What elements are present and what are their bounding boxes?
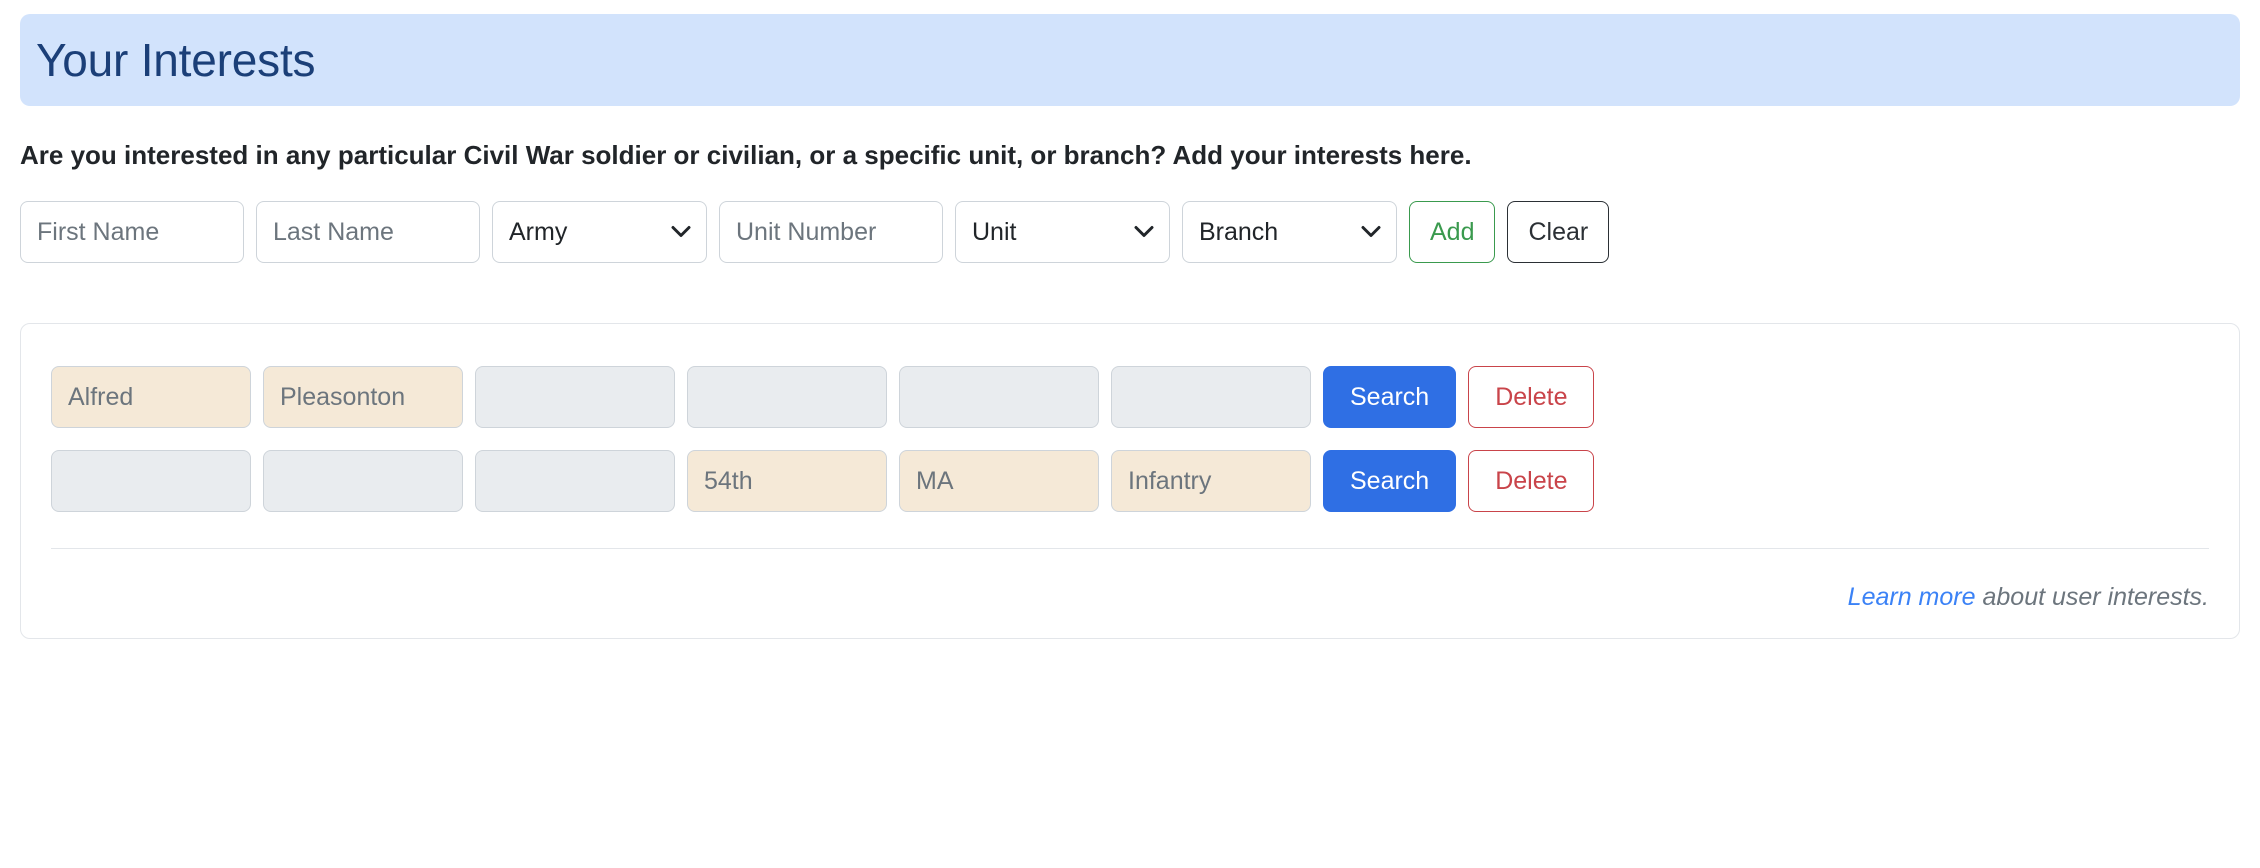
branch-select[interactable]: Branch	[1182, 201, 1397, 264]
interest-first-name: Alfred	[51, 366, 251, 429]
interest-army	[475, 366, 675, 429]
add-interest-form: Army Unit Branch Add	[20, 201, 2240, 264]
unit-number-input[interactable]	[719, 201, 943, 264]
interest-last-name	[263, 450, 463, 513]
unit-select-wrapper[interactable]: Unit	[955, 201, 1170, 264]
page-description: Are you interested in any particular Civ…	[20, 140, 1472, 170]
add-button[interactable]: Add	[1409, 201, 1496, 264]
interest-last-name: Pleasonton	[263, 366, 463, 429]
table-row: 54th MA Infantry Search Delete	[51, 450, 2209, 513]
interests-card: Alfred Pleasonton Search Delete 54th MA …	[20, 323, 2240, 640]
card-footer: Learn more about user interests.	[51, 583, 2209, 612]
learn-more-link[interactable]: Learn more	[1848, 583, 1976, 611]
first-name-input[interactable]	[20, 201, 244, 264]
interest-unit-number: 54th	[687, 450, 887, 513]
delete-button[interactable]: Delete	[1468, 366, 1595, 429]
table-row: Alfred Pleasonton Search Delete	[51, 366, 2209, 429]
unit-select[interactable]: Unit	[955, 201, 1170, 264]
interest-unit: MA	[899, 450, 1099, 513]
card-footer-text: about user interests.	[1975, 583, 2209, 612]
interest-unit	[899, 366, 1099, 429]
search-button[interactable]: Search	[1323, 366, 1457, 429]
delete-button[interactable]: Delete	[1468, 450, 1595, 513]
army-select-wrapper[interactable]: Army	[492, 201, 707, 264]
interest-first-name	[51, 450, 251, 513]
interest-branch: Infantry	[1111, 450, 1311, 513]
clear-button[interactable]: Clear	[1507, 201, 1610, 264]
card-divider	[51, 548, 2209, 550]
search-button[interactable]: Search	[1323, 450, 1457, 513]
interest-army	[475, 450, 675, 513]
last-name-input[interactable]	[256, 201, 480, 264]
page-header-banner: Your Interests	[20, 14, 2240, 106]
interest-branch	[1111, 366, 1311, 429]
interest-unit-number	[687, 366, 887, 429]
page-title: Your Interests	[36, 34, 316, 86]
branch-select-wrapper[interactable]: Branch	[1182, 201, 1397, 264]
army-select[interactable]: Army	[492, 201, 707, 264]
interests-page: Your Interests Are you interested in any…	[0, 14, 2260, 868]
